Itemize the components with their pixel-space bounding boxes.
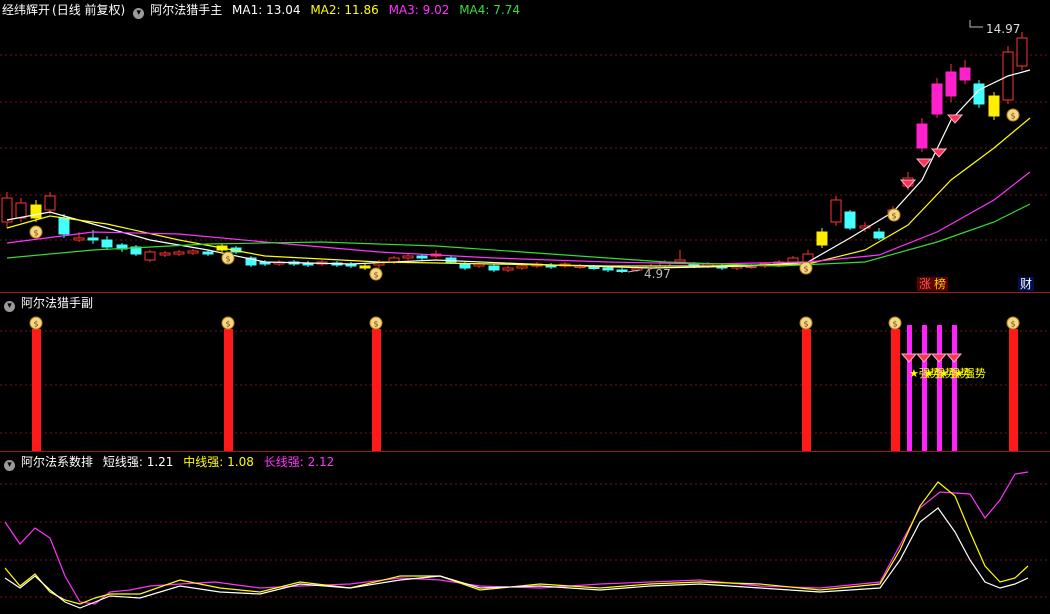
money-bag-icon: $	[891, 212, 896, 221]
main-chart-pane[interactable]: $ $ $ $ $ $ 经纬辉开 (日线 前复权) ▾ 阿尔法猎手主 MA1: 13.04 MA…	[0, 0, 1050, 292]
signal-bar	[32, 329, 41, 451]
candle-body	[602, 267, 614, 271]
diamond-icon	[945, 353, 963, 363]
high-price-label: 14.97	[986, 22, 1021, 36]
candle-body	[416, 255, 428, 259]
ma4-readout: MA4: 7.74	[459, 3, 520, 17]
candle-body	[830, 199, 842, 223]
sub-chart-1-header: ▾ 阿尔法猎手副	[2, 295, 99, 312]
main-indicator-name[interactable]: 阿尔法猎手主	[150, 3, 222, 17]
candle-body	[173, 251, 185, 255]
money-bag-icon: $	[1010, 320, 1015, 329]
sub-chart-1-canvas[interactable]: $ $ $ $ $ $	[0, 293, 1050, 451]
money-bag-icon: $	[892, 320, 897, 329]
sub-chart-2-pane[interactable]: ▾ 阿尔法系数排 短线强: 1.21 中线强: 1.08 长线强: 2.12	[0, 452, 1050, 614]
candle-body	[402, 255, 414, 259]
candle-body	[802, 253, 814, 263]
tag-bang[interactable]: 榜	[932, 277, 949, 291]
candle-body	[816, 231, 828, 246]
candle-body	[1016, 37, 1028, 67]
signal-text: ★强势	[954, 367, 986, 380]
money-bag-icon: $	[33, 229, 38, 238]
candle-body	[87, 237, 99, 241]
short-strength-readout: 短线强: 1.21	[102, 455, 174, 469]
money-bag-icon: $	[373, 320, 378, 329]
candle-body	[15, 202, 27, 219]
candle-body	[459, 263, 471, 269]
stock-name[interactable]: 经纬辉开	[2, 3, 50, 17]
indicator-dropdown-icon[interactable]: ▾	[133, 8, 145, 19]
money-bag-icon: $	[803, 320, 808, 329]
ma3-readout: MA3: 9.02	[388, 3, 450, 17]
money-bag-icon: $	[1010, 112, 1015, 121]
candle-body	[202, 251, 214, 255]
short-strength-line	[4, 507, 1029, 609]
ma2-line	[6, 117, 1031, 267]
candle-body	[931, 83, 943, 115]
sub-chart-2-canvas[interactable]	[0, 452, 1050, 614]
candle-body	[144, 251, 156, 261]
candle-body	[945, 71, 957, 97]
tag-cai[interactable]: 财	[1018, 277, 1035, 291]
candle-body	[359, 265, 371, 269]
main-chart-canvas[interactable]: $ $ $ $ $ $	[0, 0, 1050, 292]
candle-body	[916, 123, 928, 149]
candle-body	[44, 195, 56, 211]
candle-body	[1, 197, 13, 223]
candle-body	[516, 265, 528, 269]
signal-bar-short	[907, 325, 912, 451]
indicator-dropdown-icon[interactable]: ▾	[4, 301, 15, 312]
candle-body	[58, 217, 70, 235]
sub-chart-1-pane[interactable]: $ $ $ $ $ $ ▾ 阿尔法猎手副 ★强势 ★强势 ★强势 ★强势	[0, 293, 1050, 451]
candle-body	[988, 95, 1000, 117]
ma3-line	[6, 171, 1031, 265]
ma1-readout: MA1: 13.04	[232, 3, 301, 17]
indicator-dropdown-icon[interactable]: ▾	[4, 460, 15, 471]
money-bag-icon: $	[33, 320, 38, 329]
signal-bar	[224, 329, 233, 451]
diamond-icon	[915, 353, 933, 363]
high-price-pointer	[969, 20, 983, 28]
candle-body	[30, 204, 42, 219]
candle-body	[674, 259, 686, 263]
tag-zhang[interactable]: 涨	[917, 277, 934, 291]
signal-bar-short	[937, 325, 942, 451]
candle-body	[631, 267, 643, 271]
main-chart-header: 经纬辉开 (日线 前复权) ▾ 阿尔法猎手主 MA1: 13.04 MA2: 11.8…	[2, 2, 526, 19]
signal-bar-short	[922, 325, 927, 451]
candle-body	[488, 265, 500, 271]
period-label[interactable]: (日线 前复权)	[52, 3, 125, 17]
long-strength-readout: 长线强: 2.12	[263, 455, 335, 469]
signal-bar	[802, 329, 811, 451]
low-price-label: 4.97	[644, 267, 671, 281]
money-bag-icon: $	[225, 320, 230, 329]
candle-body	[187, 250, 199, 254]
ma2-readout: MA2: 11.86	[310, 3, 379, 17]
candle-body	[787, 257, 799, 263]
candle-body	[502, 267, 514, 271]
signal-bar-short	[952, 325, 957, 451]
candle-body	[616, 269, 628, 272]
sub2-indicator-name[interactable]: 阿尔法系数排	[21, 455, 93, 469]
sub-chart-2-header: ▾ 阿尔法系数排 短线强: 1.21 中线强: 1.08 长线强: 2.12	[2, 454, 340, 471]
candle-body	[844, 211, 856, 229]
diamond-icon	[900, 353, 918, 363]
candle-body	[73, 237, 85, 241]
money-bag-icon: $	[803, 265, 808, 274]
signal-bar	[891, 329, 900, 451]
candle-body	[873, 231, 885, 239]
signal-bar	[372, 329, 381, 451]
mid-strength-readout: 中线强: 1.08	[183, 455, 254, 469]
signal-bar	[1009, 329, 1018, 451]
candle-body	[588, 266, 600, 269]
money-bag-icon: $	[373, 271, 378, 280]
candle-body	[959, 67, 971, 81]
diamond-icon	[930, 353, 948, 363]
candle-body	[101, 239, 113, 248]
candle-body	[159, 252, 171, 256]
sub1-indicator-name[interactable]: 阿尔法猎手副	[21, 296, 93, 310]
money-bag-icon: $	[225, 255, 230, 264]
